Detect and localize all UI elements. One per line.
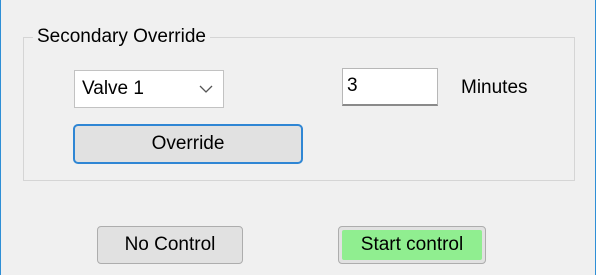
valve-select-value: Valve 1 (82, 78, 144, 99)
no-control-button[interactable]: No Control (97, 226, 243, 264)
minutes-input[interactable]: 3 (342, 68, 438, 106)
start-control-label: Start control (342, 230, 482, 260)
group-title: Secondary Override (33, 26, 210, 48)
override-button[interactable]: Override (73, 124, 303, 164)
minutes-label: Minutes (461, 77, 528, 98)
start-control-button[interactable]: Start control (338, 226, 486, 264)
chevron-down-icon (199, 85, 213, 93)
valve-select[interactable]: Valve 1 (74, 70, 224, 108)
control-window: Secondary Override Valve 1 3 Minutes Ove… (0, 0, 596, 275)
